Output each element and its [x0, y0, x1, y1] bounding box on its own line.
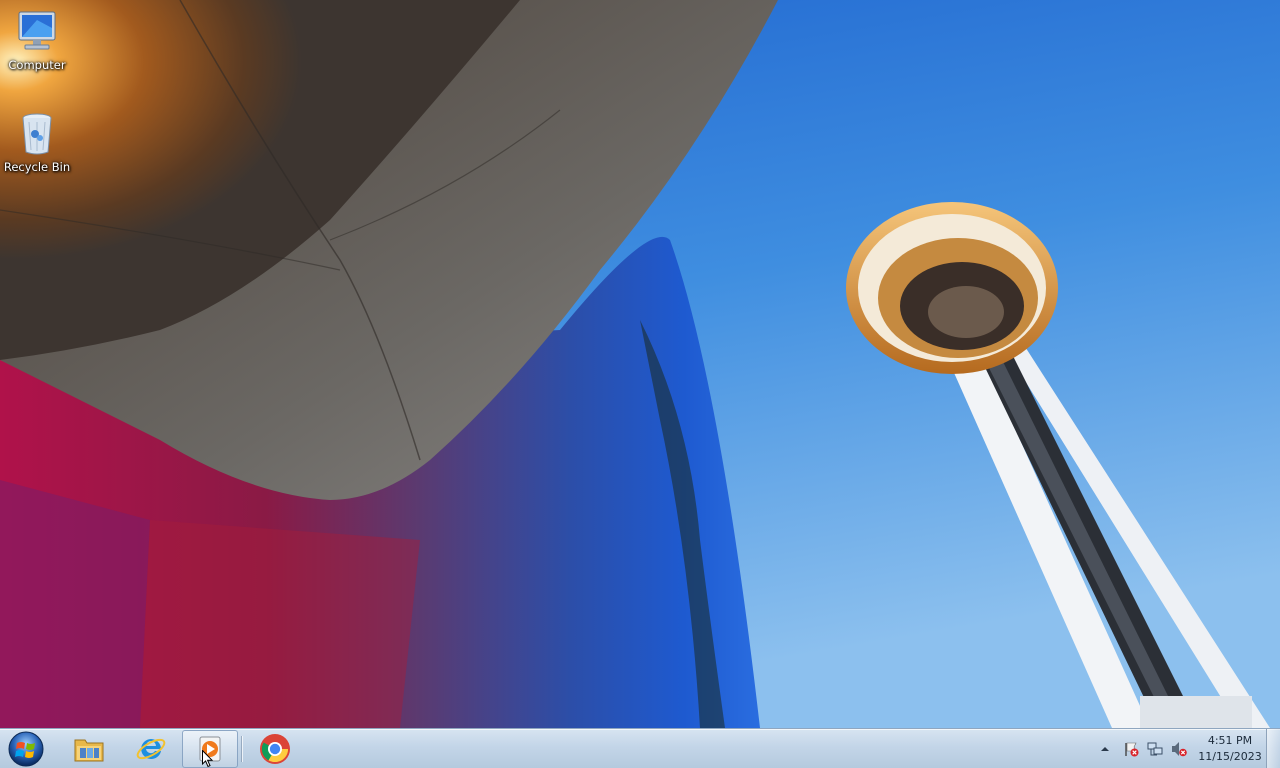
desktop-wallpaper	[0, 0, 1280, 728]
network-button[interactable]	[1147, 741, 1163, 757]
action-center-flag-icon	[1125, 742, 1139, 757]
clock-time: 4:51 PM	[1207, 734, 1253, 747]
taskbar-internet-explorer-button[interactable]	[122, 730, 180, 768]
taskbar: 4:51 PM 11/15/2023	[0, 728, 1280, 768]
desktop-icon-recycle-bin[interactable]: Recycle Bin	[0, 110, 74, 174]
mouse-cursor-icon	[202, 750, 214, 768]
chrome-icon	[260, 734, 290, 764]
desktop-icon-computer[interactable]: Computer	[0, 8, 74, 72]
computer-icon	[18, 11, 56, 50]
recycle-bin-icon	[22, 113, 52, 155]
windows-start-orb-icon	[8, 731, 44, 767]
volume-muted-icon	[1172, 742, 1187, 757]
show-desktop-button[interactable]	[1266, 729, 1280, 768]
clock-date: 11/15/2023	[1198, 750, 1262, 763]
desktop-icon-label: Computer	[8, 58, 66, 72]
taskbar-chrome-button[interactable]	[246, 730, 304, 768]
internet-explorer-icon	[136, 738, 166, 760]
desktop-icon-label: Recycle Bin	[3, 160, 71, 174]
taskbar-separator	[241, 736, 242, 762]
volume-button[interactable]	[1171, 741, 1187, 757]
show-hidden-icons-button[interactable]	[1099, 741, 1111, 757]
start-button[interactable]	[6, 730, 46, 768]
taskbar-explorer-button[interactable]	[60, 730, 118, 768]
action-center-button[interactable]	[1123, 741, 1139, 757]
taskbar-clock[interactable]: 4:51 PM 11/15/2023	[1194, 733, 1266, 765]
chevron-up-icon	[1101, 747, 1109, 751]
folder-icon	[74, 739, 104, 762]
network-icon	[1147, 742, 1163, 756]
